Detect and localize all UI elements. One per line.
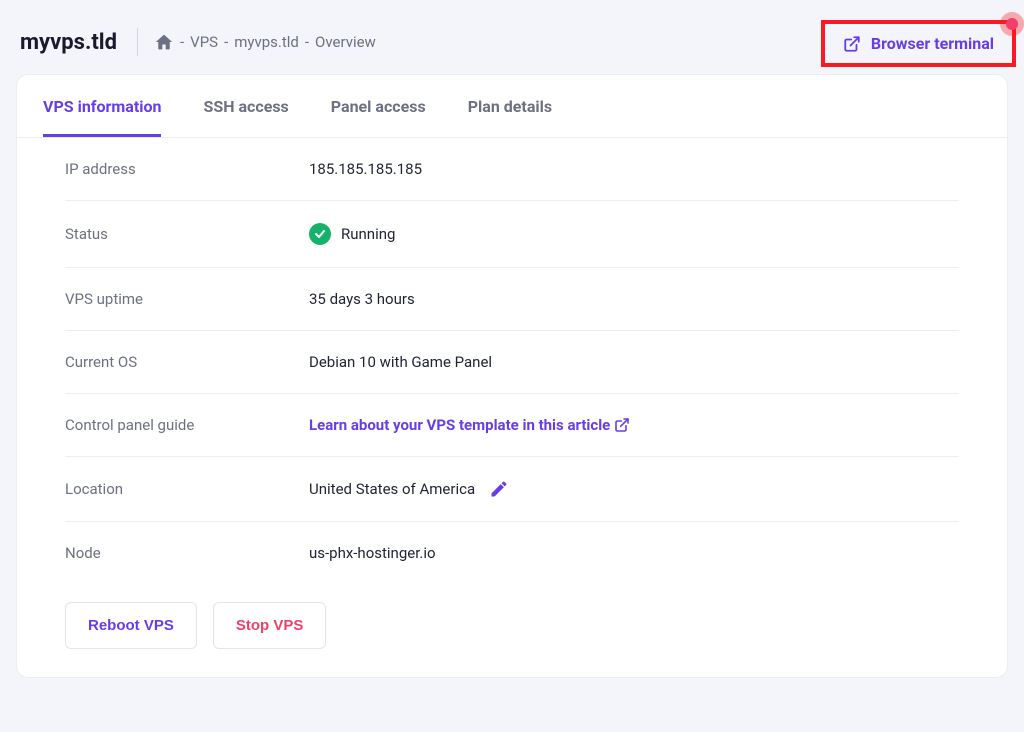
- action-buttons: Reboot VPS Stop VPS: [17, 584, 1007, 677]
- value-node: us-phx-hostinger.io: [309, 544, 436, 562]
- browser-terminal-label: Browser terminal: [871, 34, 994, 53]
- breadcrumb-sep: -: [180, 33, 184, 51]
- external-link-icon: [614, 417, 630, 433]
- row-location: Location United States of America: [65, 457, 959, 522]
- value-location: United States of America: [309, 479, 509, 499]
- label-location: Location: [65, 480, 309, 498]
- row-control-panel-guide: Control panel guide Learn about your VPS…: [65, 394, 959, 457]
- vertical-divider: [137, 28, 138, 56]
- label-status: Status: [65, 225, 309, 243]
- tab-bar: VPS information SSH access Panel access …: [17, 75, 1007, 138]
- tab-ssh-access[interactable]: SSH access: [203, 75, 288, 137]
- label-uptime: VPS uptime: [65, 290, 309, 308]
- row-current-os: Current OS Debian 10 with Game Panel: [65, 331, 959, 394]
- tab-plan-details[interactable]: Plan details: [468, 75, 552, 137]
- control-panel-guide-link-text: Learn about your VPS template in this ar…: [309, 416, 610, 434]
- browser-terminal-link[interactable]: Browser terminal: [843, 34, 994, 53]
- vps-card: VPS information SSH access Panel access …: [16, 74, 1008, 678]
- check-circle-icon: [309, 223, 331, 245]
- breadcrumb-domain[interactable]: myvps.tld: [234, 33, 299, 51]
- value-status: Running: [309, 223, 395, 245]
- breadcrumb-vps[interactable]: VPS: [190, 33, 218, 51]
- breadcrumb-sep: -: [305, 33, 309, 51]
- stop-vps-button[interactable]: Stop VPS: [213, 602, 327, 649]
- home-icon[interactable]: [154, 33, 174, 51]
- label-ip-address: IP address: [65, 160, 309, 178]
- reboot-vps-button[interactable]: Reboot VPS: [65, 602, 197, 649]
- label-current-os: Current OS: [65, 353, 309, 371]
- tab-panel-access[interactable]: Panel access: [331, 75, 426, 137]
- browser-terminal-highlight: Browser terminal: [821, 20, 1016, 67]
- row-node: Node us-phx-hostinger.io: [65, 522, 959, 584]
- edit-icon[interactable]: [489, 479, 509, 499]
- label-control-panel-guide: Control panel guide: [65, 416, 309, 434]
- external-link-icon: [843, 35, 861, 53]
- info-rows: IP address 185.185.185.185 Status Runnin…: [17, 138, 1007, 584]
- breadcrumb-sep: -: [224, 33, 228, 51]
- label-node: Node: [65, 544, 309, 562]
- control-panel-guide-link[interactable]: Learn about your VPS template in this ar…: [309, 416, 630, 434]
- tab-vps-information[interactable]: VPS information: [43, 75, 161, 137]
- value-current-os: Debian 10 with Game Panel: [309, 353, 492, 371]
- breadcrumb: - VPS - myvps.tld - Overview: [154, 33, 376, 51]
- value-control-panel-guide: Learn about your VPS template in this ar…: [309, 416, 630, 434]
- row-status: Status Running: [65, 201, 959, 268]
- status-text: Running: [341, 225, 395, 243]
- row-uptime: VPS uptime 35 days 3 hours: [65, 268, 959, 331]
- breadcrumb-overview: Overview: [315, 33, 376, 51]
- row-ip-address: IP address 185.185.185.185: [65, 138, 959, 201]
- value-uptime: 35 days 3 hours: [309, 290, 415, 308]
- highlight-dot-icon: [1000, 12, 1024, 36]
- value-ip-address: 185.185.185.185: [309, 160, 422, 178]
- page-header: myvps.tld - VPS - myvps.tld - Overview B…: [0, 0, 1024, 74]
- domain-title: myvps.tld: [20, 30, 137, 55]
- location-text: United States of America: [309, 480, 475, 498]
